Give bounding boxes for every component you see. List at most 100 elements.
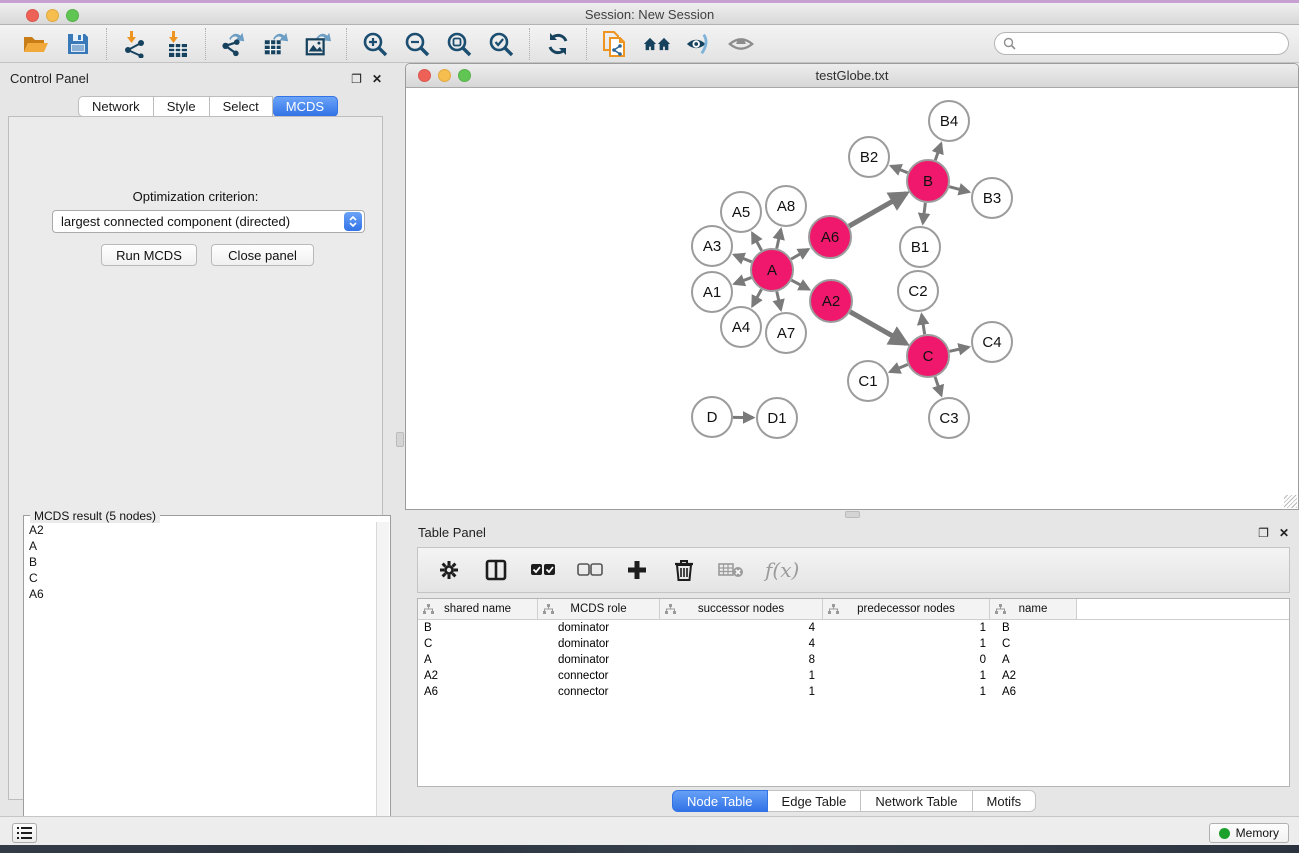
cell[interactable]: C — [418, 638, 538, 650]
float-panel-icon[interactable]: ❐ — [1258, 526, 1269, 540]
node-A3[interactable]: A3 — [692, 226, 732, 266]
node-C4[interactable]: C4 — [972, 322, 1012, 362]
column-header-predecessor-nodes[interactable]: predecessor nodes — [823, 599, 990, 619]
vertical-split-handle[interactable] — [396, 432, 404, 447]
export-table-icon[interactable] — [262, 30, 290, 58]
node-A5[interactable]: A5 — [721, 192, 761, 232]
delete-table-icon[interactable] — [718, 557, 744, 583]
unselect-all-columns-icon[interactable] — [577, 557, 603, 583]
edge-A-A3[interactable] — [734, 255, 751, 262]
node-A7[interactable]: A7 — [766, 313, 806, 353]
cell[interactable]: 1 — [823, 622, 990, 634]
node-A2[interactable]: A2 — [810, 280, 852, 322]
edge-A-A2[interactable] — [791, 280, 808, 289]
add-column-icon[interactable] — [624, 557, 650, 583]
cell[interactable]: A6 — [418, 686, 538, 698]
node-C2[interactable]: C2 — [898, 271, 938, 311]
tab-network[interactable]: Network — [78, 96, 154, 117]
tab-edge-table[interactable]: Edge Table — [768, 790, 862, 812]
horizontal-split-handle[interactable] — [845, 511, 860, 518]
node-A4[interactable]: A4 — [721, 307, 761, 347]
network-window-titlebar[interactable]: testGlobe.txt — [406, 64, 1298, 88]
edge-A-A7[interactable] — [777, 291, 781, 309]
cell[interactable]: A — [418, 654, 538, 666]
node-C[interactable]: C — [907, 335, 949, 377]
cell[interactable]: connector — [538, 686, 660, 698]
cell[interactable]: B — [990, 622, 1077, 634]
tab-node-table[interactable]: Node Table — [672, 790, 768, 812]
export-image-icon[interactable] — [304, 30, 332, 58]
node-A8[interactable]: A8 — [766, 186, 806, 226]
criterion-dropdown[interactable]: largest connected component (directed) — [52, 210, 365, 233]
cell[interactable]: dominator — [538, 622, 660, 634]
edge-A-A1[interactable] — [735, 278, 752, 284]
network-graph[interactable]: B4B2BB3A5A8A6A3B1AA1C2A2A4A7C4CC1C3DD1 — [407, 88, 1297, 509]
node-A6[interactable]: A6 — [809, 216, 851, 258]
table-row[interactable]: Cdominator41C — [418, 636, 1289, 652]
tab-motifs[interactable]: Motifs — [973, 790, 1037, 812]
edge-A-A5[interactable] — [752, 233, 761, 250]
export-network-icon[interactable] — [220, 30, 248, 58]
edge-A2-C[interactable] — [850, 312, 906, 344]
select-all-columns-icon[interactable] — [530, 557, 556, 583]
cell[interactable]: connector — [538, 670, 660, 682]
cell[interactable]: 4 — [660, 638, 823, 650]
import-network-icon[interactable] — [121, 30, 149, 58]
edge-A-A4[interactable] — [752, 289, 761, 306]
result-item[interactable]: C — [24, 570, 376, 586]
cell[interactable]: 1 — [823, 638, 990, 650]
column-header-successor-nodes[interactable]: successor nodes — [660, 599, 823, 619]
column-header-MCDS-role[interactable]: MCDS role — [538, 599, 660, 619]
close-panel-button[interactable]: Close panel — [211, 244, 314, 266]
table-settings-icon[interactable] — [436, 557, 462, 583]
run-mcds-button[interactable]: Run MCDS — [101, 244, 197, 266]
cell[interactable]: A6 — [990, 686, 1077, 698]
cell[interactable]: 4 — [660, 622, 823, 634]
tab-mcds[interactable]: MCDS — [273, 96, 338, 117]
float-panel-icon[interactable]: ❐ — [351, 72, 362, 86]
table-row[interactable]: A6connector11A6 — [418, 684, 1289, 700]
memory-button[interactable]: Memory — [1209, 823, 1289, 843]
table-row[interactable]: Bdominator41B — [418, 620, 1289, 636]
hide-graphics-details-icon[interactable] — [727, 30, 755, 58]
column-header-shared-name[interactable]: shared name — [418, 599, 538, 619]
open-session-icon[interactable] — [22, 30, 50, 58]
show-panels-button[interactable] — [12, 823, 37, 843]
edge-C-C1[interactable] — [890, 364, 908, 371]
network-canvas[interactable]: B4B2BB3A5A8A6A3B1AA1C2A2A4A7C4CC1C3DD1 — [407, 88, 1297, 509]
close-panel-icon[interactable]: ✕ — [1279, 526, 1289, 540]
resize-grip-icon[interactable] — [1284, 495, 1297, 508]
tab-network-table[interactable]: Network Table — [861, 790, 972, 812]
node-B2[interactable]: B2 — [849, 137, 889, 177]
tab-style[interactable]: Style — [154, 96, 210, 117]
search-box[interactable] — [994, 32, 1289, 55]
refresh-icon[interactable] — [544, 30, 572, 58]
show-graphics-details-icon[interactable] — [685, 30, 713, 58]
save-session-icon[interactable] — [64, 30, 92, 58]
result-item[interactable]: A6 — [24, 586, 376, 602]
edge-A6-B[interactable] — [849, 193, 906, 226]
node-A[interactable]: A — [751, 249, 793, 291]
function-builder-icon[interactable]: f(x) — [765, 558, 799, 582]
result-item[interactable]: A2 — [24, 522, 376, 538]
close-panel-icon[interactable]: ✕ — [372, 72, 382, 86]
cell[interactable]: A2 — [418, 670, 538, 682]
node-B4[interactable]: B4 — [929, 101, 969, 141]
cell[interactable]: 1 — [660, 670, 823, 682]
table-row[interactable]: A2connector11A2 — [418, 668, 1289, 684]
zoom-fit-icon[interactable] — [445, 30, 473, 58]
result-item[interactable]: B — [24, 554, 376, 570]
edge-B-B3[interactable] — [949, 187, 969, 192]
node-B1[interactable]: B1 — [900, 227, 940, 267]
cell[interactable]: 1 — [660, 686, 823, 698]
column-header-name[interactable]: name — [990, 599, 1077, 619]
cell[interactable]: dominator — [538, 638, 660, 650]
edge-C-C2[interactable] — [922, 315, 925, 335]
result-item[interactable]: A — [24, 538, 376, 554]
result-scrollbar[interactable] — [376, 522, 389, 850]
node-C1[interactable]: C1 — [848, 361, 888, 401]
table-row[interactable]: Adominator80A — [418, 652, 1289, 668]
cell[interactable]: C — [990, 638, 1077, 650]
edge-B-B4[interactable] — [935, 144, 941, 161]
node-A1[interactable]: A1 — [692, 272, 732, 312]
